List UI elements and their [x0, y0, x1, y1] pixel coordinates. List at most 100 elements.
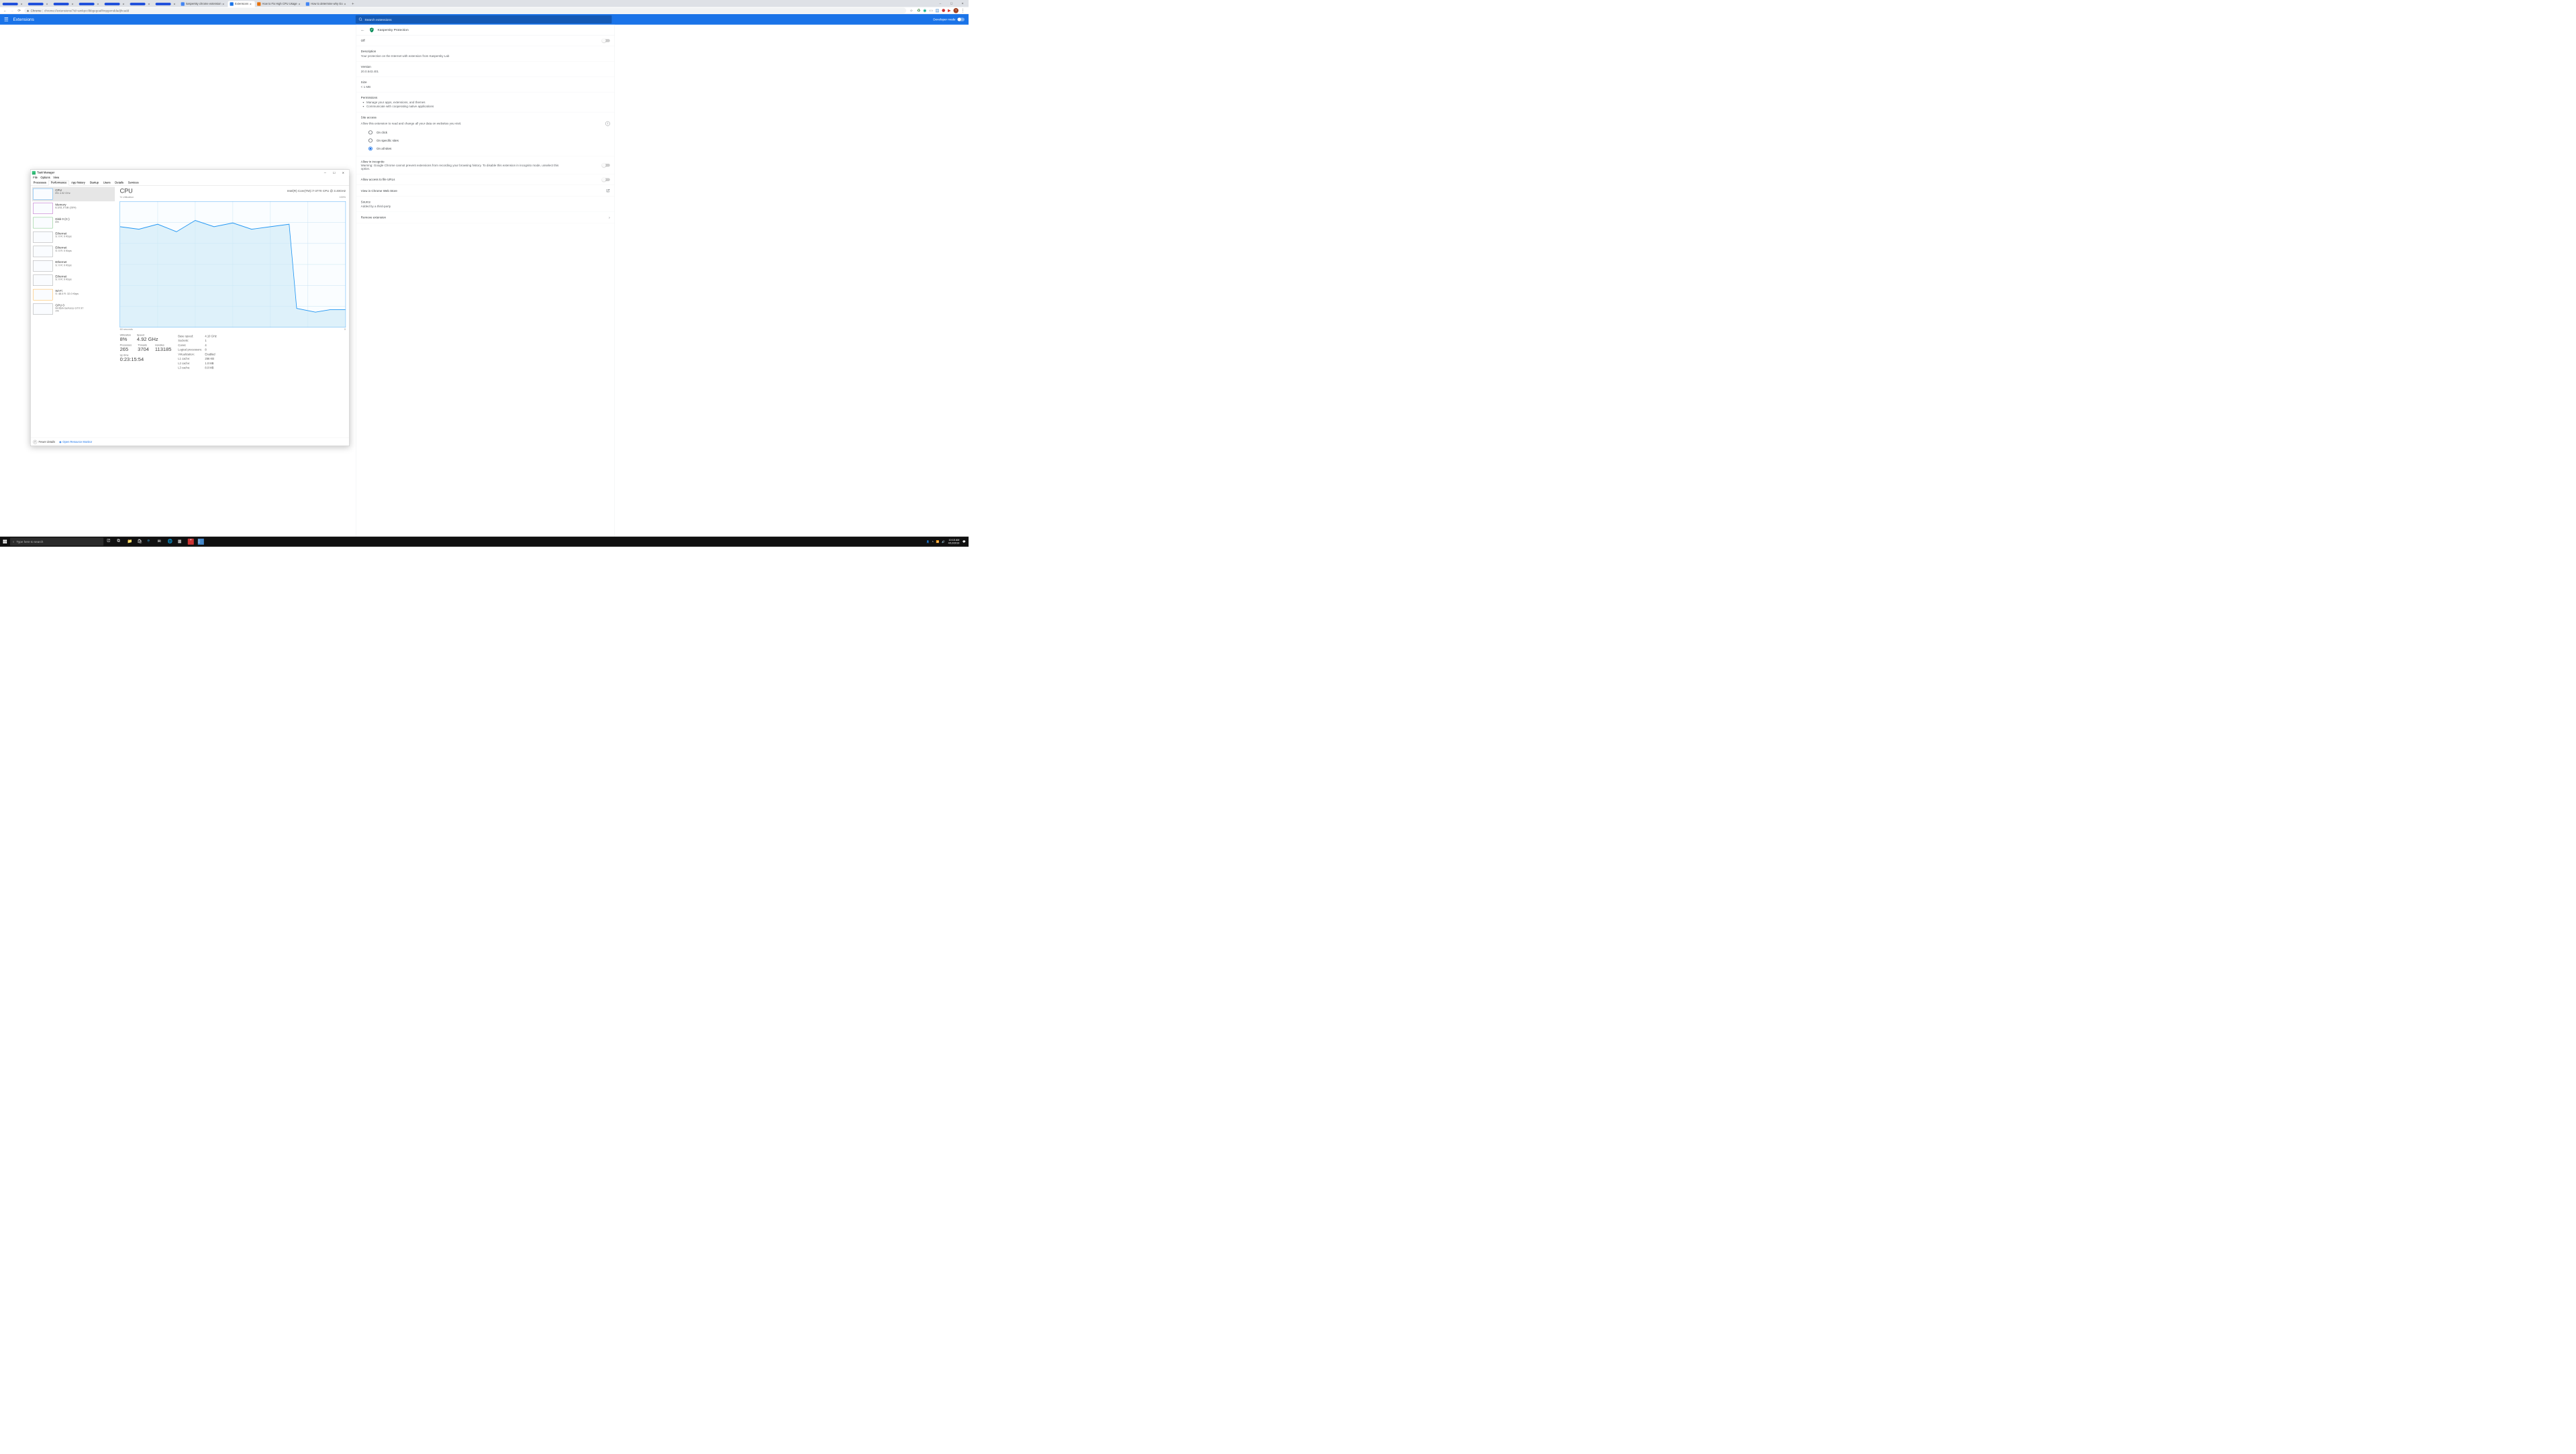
network-icon[interactable]: 📶: [936, 540, 940, 543]
sidebar-item-gpu[interactable]: GPU 0NVIDIA GeForce GTX 971%: [32, 302, 115, 316]
app-icon[interactable]: ▯: [198, 539, 204, 545]
view-in-store-button[interactable]: View in Chrome Web Store: [356, 185, 615, 197]
bookmark-star-icon[interactable]: ☆: [908, 7, 915, 14]
maximize-button[interactable]: ☐: [946, 0, 957, 7]
browser-tab[interactable]: ✕: [26, 1, 52, 7]
chrome-icon[interactable]: 🌐: [168, 539, 174, 545]
browser-tab[interactable]: ✕: [128, 1, 154, 7]
browser-tab[interactable]: ✕: [1, 1, 26, 7]
chrome-icon: ◈: [27, 9, 29, 12]
menu-view[interactable]: View: [52, 176, 60, 180]
menu-options[interactable]: Options: [39, 176, 52, 180]
fileurl-toggle[interactable]: [603, 178, 610, 181]
browser-tab[interactable]: How to determine why Go✕: [304, 1, 350, 7]
sidebar-item-eth[interactable]: EthernetS: 0 R: 0 Kbps: [32, 230, 115, 244]
ext-icon[interactable]: ▤: [936, 8, 940, 13]
sidebar-item-eth[interactable]: EthernetS: 0 R: 0 Kbps: [32, 259, 115, 273]
tab-app-history[interactable]: App history: [69, 180, 87, 185]
close-tab-icon[interactable]: ✕: [297, 3, 301, 6]
forward-button[interactable]: →: [9, 7, 16, 14]
tab-performance[interactable]: Performance: [48, 180, 68, 185]
people-icon[interactable]: 👤: [926, 540, 930, 543]
profile-avatar[interactable]: T: [954, 8, 959, 13]
volume-icon[interactable]: 🔊: [942, 540, 945, 543]
minimize-button[interactable]: ─: [935, 0, 946, 7]
devmode-toggle[interactable]: [958, 17, 965, 21]
sidebar-item-eth[interactable]: EthernetS: 0 R: 0 Kbps: [32, 244, 115, 258]
back-button[interactable]: ←: [1, 7, 9, 14]
app-icon[interactable]: *: [188, 539, 194, 545]
permission-item: Manage your apps, extensions, and themes: [366, 101, 610, 104]
sidebar-item-disk[interactable]: Disk 0 (C:)6%: [32, 215, 115, 229]
back-arrow-icon[interactable]: ←: [360, 28, 365, 33]
ext-icon[interactable]: ▶: [948, 8, 951, 13]
ext-icon[interactable]: ▭: [929, 8, 933, 13]
edge-icon[interactable]: e: [148, 539, 154, 545]
tab-processes[interactable]: Processes: [31, 180, 48, 185]
url-input[interactable]: ◈ Chrome | chrome://extensions/?id=amkpc…: [24, 7, 906, 13]
mail-icon[interactable]: ✉: [158, 539, 164, 545]
enable-toggle[interactable]: [603, 39, 610, 42]
search-extensions-input[interactable]: Search extensions: [356, 15, 612, 23]
hamburger-icon[interactable]: ☰: [4, 16, 9, 22]
task-manager-sidebar: CPU8% 4.92 GHzMemory8.3/31.9 GB (26%)Dis…: [30, 185, 116, 437]
start-button[interactable]: [0, 537, 10, 547]
task-view-icon[interactable]: ⧉: [117, 539, 123, 545]
open-resource-monitor-link[interactable]: ◉ Open Resource Monitor: [59, 440, 92, 444]
sidebar-item-wifi[interactable]: Wi-FiS: 48.0 R: 32.0 Kbps: [32, 288, 115, 302]
siteaccess-allsites[interactable]: On all sites: [361, 144, 610, 152]
close-tab-icon[interactable]: ✕: [19, 3, 23, 6]
close-tab-icon[interactable]: ✕: [172, 3, 177, 6]
task-manager-titlebar[interactable]: Task Manager ─ ☐ ✕: [30, 170, 349, 176]
sidebar-item-cpu[interactable]: CPU8% 4.92 GHz: [32, 187, 115, 201]
close-tab-icon[interactable]: ✕: [45, 3, 49, 6]
browser-tab[interactable]: ✕: [52, 1, 77, 7]
remove-extension-button[interactable]: Remove extension ›: [356, 212, 615, 223]
taskbar-search[interactable]: ○ Type here to search: [10, 537, 103, 546]
close-tab-icon[interactable]: ✕: [221, 3, 226, 6]
close-button[interactable]: ✕: [957, 0, 969, 7]
sidebar-item-mem[interactable]: Memory8.3/31.9 GB (26%): [32, 201, 115, 215]
adblock-icon[interactable]: ♻: [917, 8, 920, 13]
close-tab-icon[interactable]: ✕: [96, 3, 100, 6]
taskbar-clock[interactable]: 10:15 AM 4/12/2019: [948, 539, 960, 545]
reload-button[interactable]: ⟳: [15, 7, 23, 14]
tab-details[interactable]: Details: [113, 180, 126, 185]
maximize-button[interactable]: ☐: [330, 171, 339, 174]
kaspersky-icon[interactable]: ◉: [923, 8, 926, 13]
browser-tab[interactable]: Extensions✕: [228, 1, 254, 7]
app-icon[interactable]: ▦: [178, 539, 184, 545]
siteaccess-onclick[interactable]: On click: [361, 128, 610, 136]
fewer-details-button[interactable]: ˄ Fewer details: [33, 440, 55, 444]
sidebar-item-eth[interactable]: EthernetS: 0 R: 0 Kbps: [32, 273, 115, 287]
browser-tab[interactable]: ✕: [154, 1, 179, 7]
task-manager-menubar: FileOptionsView: [30, 176, 349, 180]
menu-file[interactable]: File: [32, 176, 39, 180]
siteaccess-label: Site access: [361, 116, 610, 119]
close-tab-icon[interactable]: ✕: [248, 3, 252, 6]
notification-icon[interactable]: 💬: [962, 540, 966, 543]
tab-services[interactable]: Services: [126, 180, 141, 185]
file-explorer-icon[interactable]: 📁: [128, 539, 134, 545]
close-button[interactable]: ✕: [339, 171, 348, 174]
chrome-menu-icon[interactable]: ⋮: [961, 8, 965, 13]
browser-tab[interactable]: ✕: [103, 1, 128, 7]
minimize-button[interactable]: ─: [321, 171, 330, 174]
store-icon[interactable]: 🛍: [138, 539, 144, 545]
incognito-toggle[interactable]: [603, 164, 610, 167]
cortana-icon[interactable]: ⎚: [107, 539, 113, 545]
close-tab-icon[interactable]: ✕: [121, 3, 126, 6]
browser-tab[interactable]: ✕: [77, 1, 103, 7]
tab-users[interactable]: Users: [101, 180, 113, 185]
close-tab-icon[interactable]: ✕: [343, 3, 347, 6]
browser-tab[interactable]: kaspersky chrome extension✕: [179, 1, 228, 7]
close-tab-icon[interactable]: ✕: [70, 3, 75, 6]
ext-icon[interactable]: ⬣: [942, 8, 945, 13]
browser-tab[interactable]: How to Fix High CPU Usage✕: [255, 1, 303, 7]
info-icon[interactable]: i: [605, 121, 610, 126]
siteaccess-specific[interactable]: On specific sites: [361, 136, 610, 144]
tab-startup[interactable]: Startup: [87, 180, 101, 185]
tray-chevron-icon[interactable]: ˄: [932, 540, 934, 543]
new-tab-button[interactable]: +: [350, 1, 357, 7]
close-tab-icon[interactable]: ✕: [147, 3, 151, 6]
